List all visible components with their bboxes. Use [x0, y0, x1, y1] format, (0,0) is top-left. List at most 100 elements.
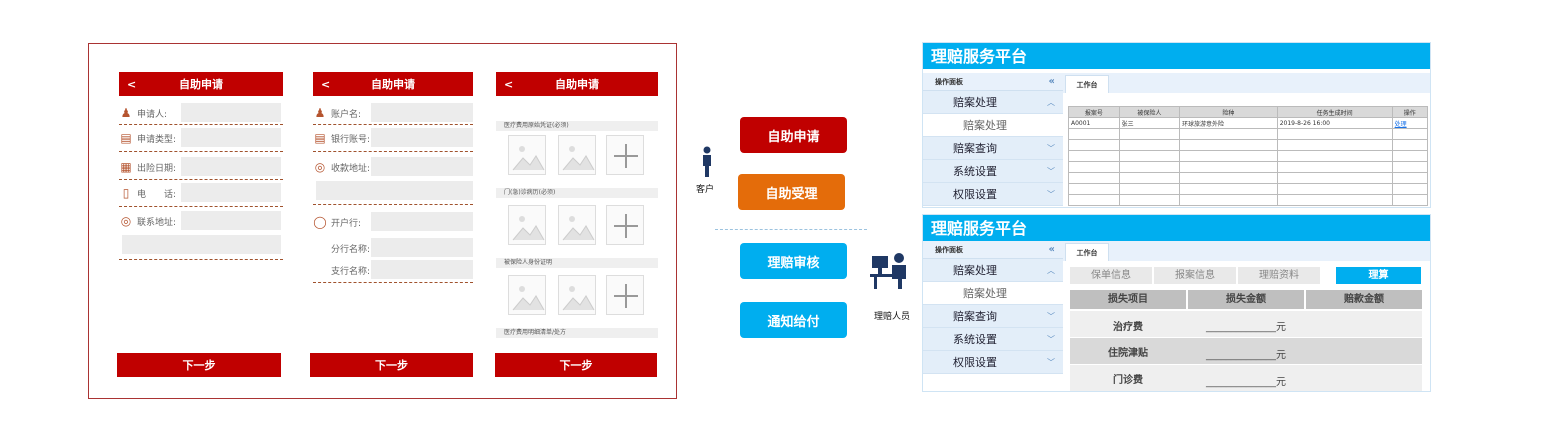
- photo-placeholder-icon[interactable]: [558, 205, 596, 245]
- tab-strip: 工作台: [1063, 73, 1430, 93]
- receive-address-input[interactable]: [371, 157, 473, 176]
- sidebar-item-query[interactable]: 赔案查询 ﹀: [923, 137, 1063, 160]
- divider: [313, 151, 473, 152]
- next-button[interactable]: 下一步: [117, 353, 281, 377]
- sidebar: 操作面板 « 赔案处理 ︿ 赔案处理 赔案查询 ﹀ 系统设置 ﹀ 权限设置 ﹀: [923, 73, 1063, 206]
- subtab-calculation[interactable]: 理算: [1336, 267, 1421, 284]
- claims-staff-icon: [870, 252, 912, 295]
- phone-input[interactable]: [181, 183, 281, 202]
- loss-item: 治疗费: [1113, 322, 1143, 333]
- sidebar-item-permissions[interactable]: 权限设置 ﹀: [923, 351, 1063, 374]
- phone-icon: ▯: [122, 186, 130, 200]
- date-input[interactable]: [181, 157, 281, 176]
- table-row: [1068, 183, 1429, 195]
- chevron-down-icon: ﹀: [1047, 144, 1055, 153]
- add-photo-icon[interactable]: [606, 205, 644, 245]
- sidebar-item-label: 赔案处理: [953, 264, 997, 277]
- table-row: [1068, 161, 1429, 173]
- address-line2-input[interactable]: [122, 235, 281, 254]
- account-name-input[interactable]: [371, 103, 473, 122]
- phone-title: 自助申请: [555, 78, 599, 91]
- collapse-icon[interactable]: «: [1049, 241, 1055, 259]
- receive-address-line2-input[interactable]: [316, 181, 473, 200]
- photo-placeholder-icon[interactable]: [558, 135, 596, 175]
- add-photo-icon[interactable]: [606, 135, 644, 175]
- field-label: 收款地址:: [331, 163, 371, 174]
- collapse-icon[interactable]: «: [1049, 73, 1055, 91]
- phone-title: 自助申请: [179, 78, 223, 91]
- phone-screen-bank: < 自助申请 ♟ 账户名: ▤ 银行账号: ◎ 收款地址: ◯ 开户行: 分行名…: [313, 72, 473, 382]
- loss-amount-input[interactable]: ______________元: [1188, 373, 1304, 388]
- sidebar-item-query[interactable]: 赔案查询 ﹀: [923, 305, 1063, 328]
- loss-item: 住院津贴: [1108, 348, 1148, 359]
- table-header: 报案号: [1068, 106, 1120, 118]
- process-link[interactable]: 处理: [1391, 117, 1429, 129]
- sub-branch-input[interactable]: [371, 260, 473, 279]
- platform-title: 理赔服务平台: [923, 215, 1430, 241]
- loss-amount-input[interactable]: ______________元: [1188, 318, 1304, 333]
- sidebar-item-label: 权限设置: [953, 188, 997, 201]
- bank-input[interactable]: [371, 212, 473, 231]
- address-input[interactable]: [181, 211, 281, 230]
- tab-workbench[interactable]: 工作台: [1065, 75, 1109, 93]
- flow-step-payment-notice[interactable]: 通知给付: [740, 302, 847, 338]
- flow-step-review[interactable]: 理赔审核: [740, 243, 847, 279]
- sidebar-item-claims[interactable]: 赔案处理 ︿: [923, 91, 1063, 114]
- flow-step-self-accept[interactable]: 自助受理: [738, 174, 845, 210]
- sidebar-subitem-claims[interactable]: 赔案处理: [923, 282, 1063, 305]
- applicant-input[interactable]: [181, 103, 281, 122]
- sidebar-item-claims[interactable]: 赔案处理 ︿: [923, 259, 1063, 282]
- type-input[interactable]: [181, 128, 281, 147]
- photo-placeholder-icon[interactable]: [508, 205, 546, 245]
- branch-input[interactable]: [371, 238, 473, 257]
- account-no-input[interactable]: [371, 128, 473, 147]
- loss-item: 门诊费: [1113, 375, 1143, 386]
- phone-title: 自助申请: [371, 78, 415, 91]
- field-label: 出险日期:: [137, 163, 177, 174]
- sidebar-header: 操作面板 «: [923, 241, 1063, 259]
- person-icon: ♟: [314, 106, 326, 120]
- sidebar-item-permissions[interactable]: 权限设置 ﹀: [923, 183, 1063, 206]
- add-photo-icon[interactable]: [606, 275, 644, 315]
- flow-step-self-apply[interactable]: 自助申请: [740, 117, 847, 153]
- table-row[interactable]: A0001 张三 环球旅游意外险 2019-8-26 16:00 处理: [1068, 117, 1429, 129]
- tab-workbench[interactable]: 工作台: [1065, 243, 1109, 261]
- loss-amount-input[interactable]: ______________元: [1188, 346, 1304, 361]
- divider: [119, 151, 283, 152]
- subtab-report-info[interactable]: 报案信息: [1154, 267, 1236, 284]
- back-button[interactable]: <: [127, 78, 136, 91]
- sidebar-item-label: 赔案查询: [953, 310, 997, 323]
- customer-icon: [700, 146, 714, 181]
- next-button[interactable]: 下一步: [310, 353, 473, 377]
- back-button[interactable]: <: [321, 78, 330, 91]
- table-row: [1068, 139, 1429, 151]
- next-button[interactable]: 下一步: [495, 353, 657, 377]
- chevron-down-icon: ﹀: [1047, 358, 1055, 367]
- globe-icon: ◎: [120, 214, 132, 228]
- photo-placeholder-icon[interactable]: [508, 135, 546, 175]
- subtab-policy-info[interactable]: 保单信息: [1070, 267, 1152, 284]
- field-label: 账户名:: [331, 109, 362, 120]
- sidebar-item-label: 赔案处理: [953, 96, 997, 109]
- sidebar-item-label: 赔案处理: [963, 287, 1007, 300]
- customer-label: 客户: [696, 185, 715, 195]
- field-label: 支行名称:: [331, 266, 371, 277]
- sidebar-item-label: 系统设置: [953, 333, 997, 346]
- sidebar-item-settings[interactable]: 系统设置 ﹀: [923, 160, 1063, 183]
- table-cell: 2019-8-26 16:00: [1276, 117, 1393, 129]
- chevron-down-icon: ﹀: [1047, 312, 1055, 321]
- subtab-claim-docs[interactable]: 理赔资料: [1238, 267, 1320, 284]
- field-label: 分行名称:: [331, 244, 371, 255]
- photo-placeholder-icon[interactable]: [508, 275, 546, 315]
- photo-placeholder-icon[interactable]: [558, 275, 596, 315]
- sidebar-item-label: 权限设置: [953, 356, 997, 369]
- phone-screen-applicant: < 自助申请 ♟ 申请人: ▤ 申请类型: ▦ 出险日期: ▯ 电 话: ◎ 联…: [119, 72, 283, 382]
- sidebar-subitem-claims[interactable]: 赔案处理: [923, 114, 1063, 137]
- sidebar-item-settings[interactable]: 系统设置 ﹀: [923, 328, 1063, 351]
- phone-screen-uploads: < 自助申请 医疗费用原始凭证(必须) 门(急)诊病历(必须) 被保险人身份证明…: [496, 72, 658, 382]
- divider: [119, 259, 283, 260]
- task-table: 报案号 被保险人 险种 任务生成时间 操作 A0001 张三 环球旅游意外险 2…: [1068, 106, 1429, 206]
- table-row: [1068, 150, 1429, 162]
- table-row: [1068, 194, 1429, 206]
- back-button[interactable]: <: [504, 78, 513, 91]
